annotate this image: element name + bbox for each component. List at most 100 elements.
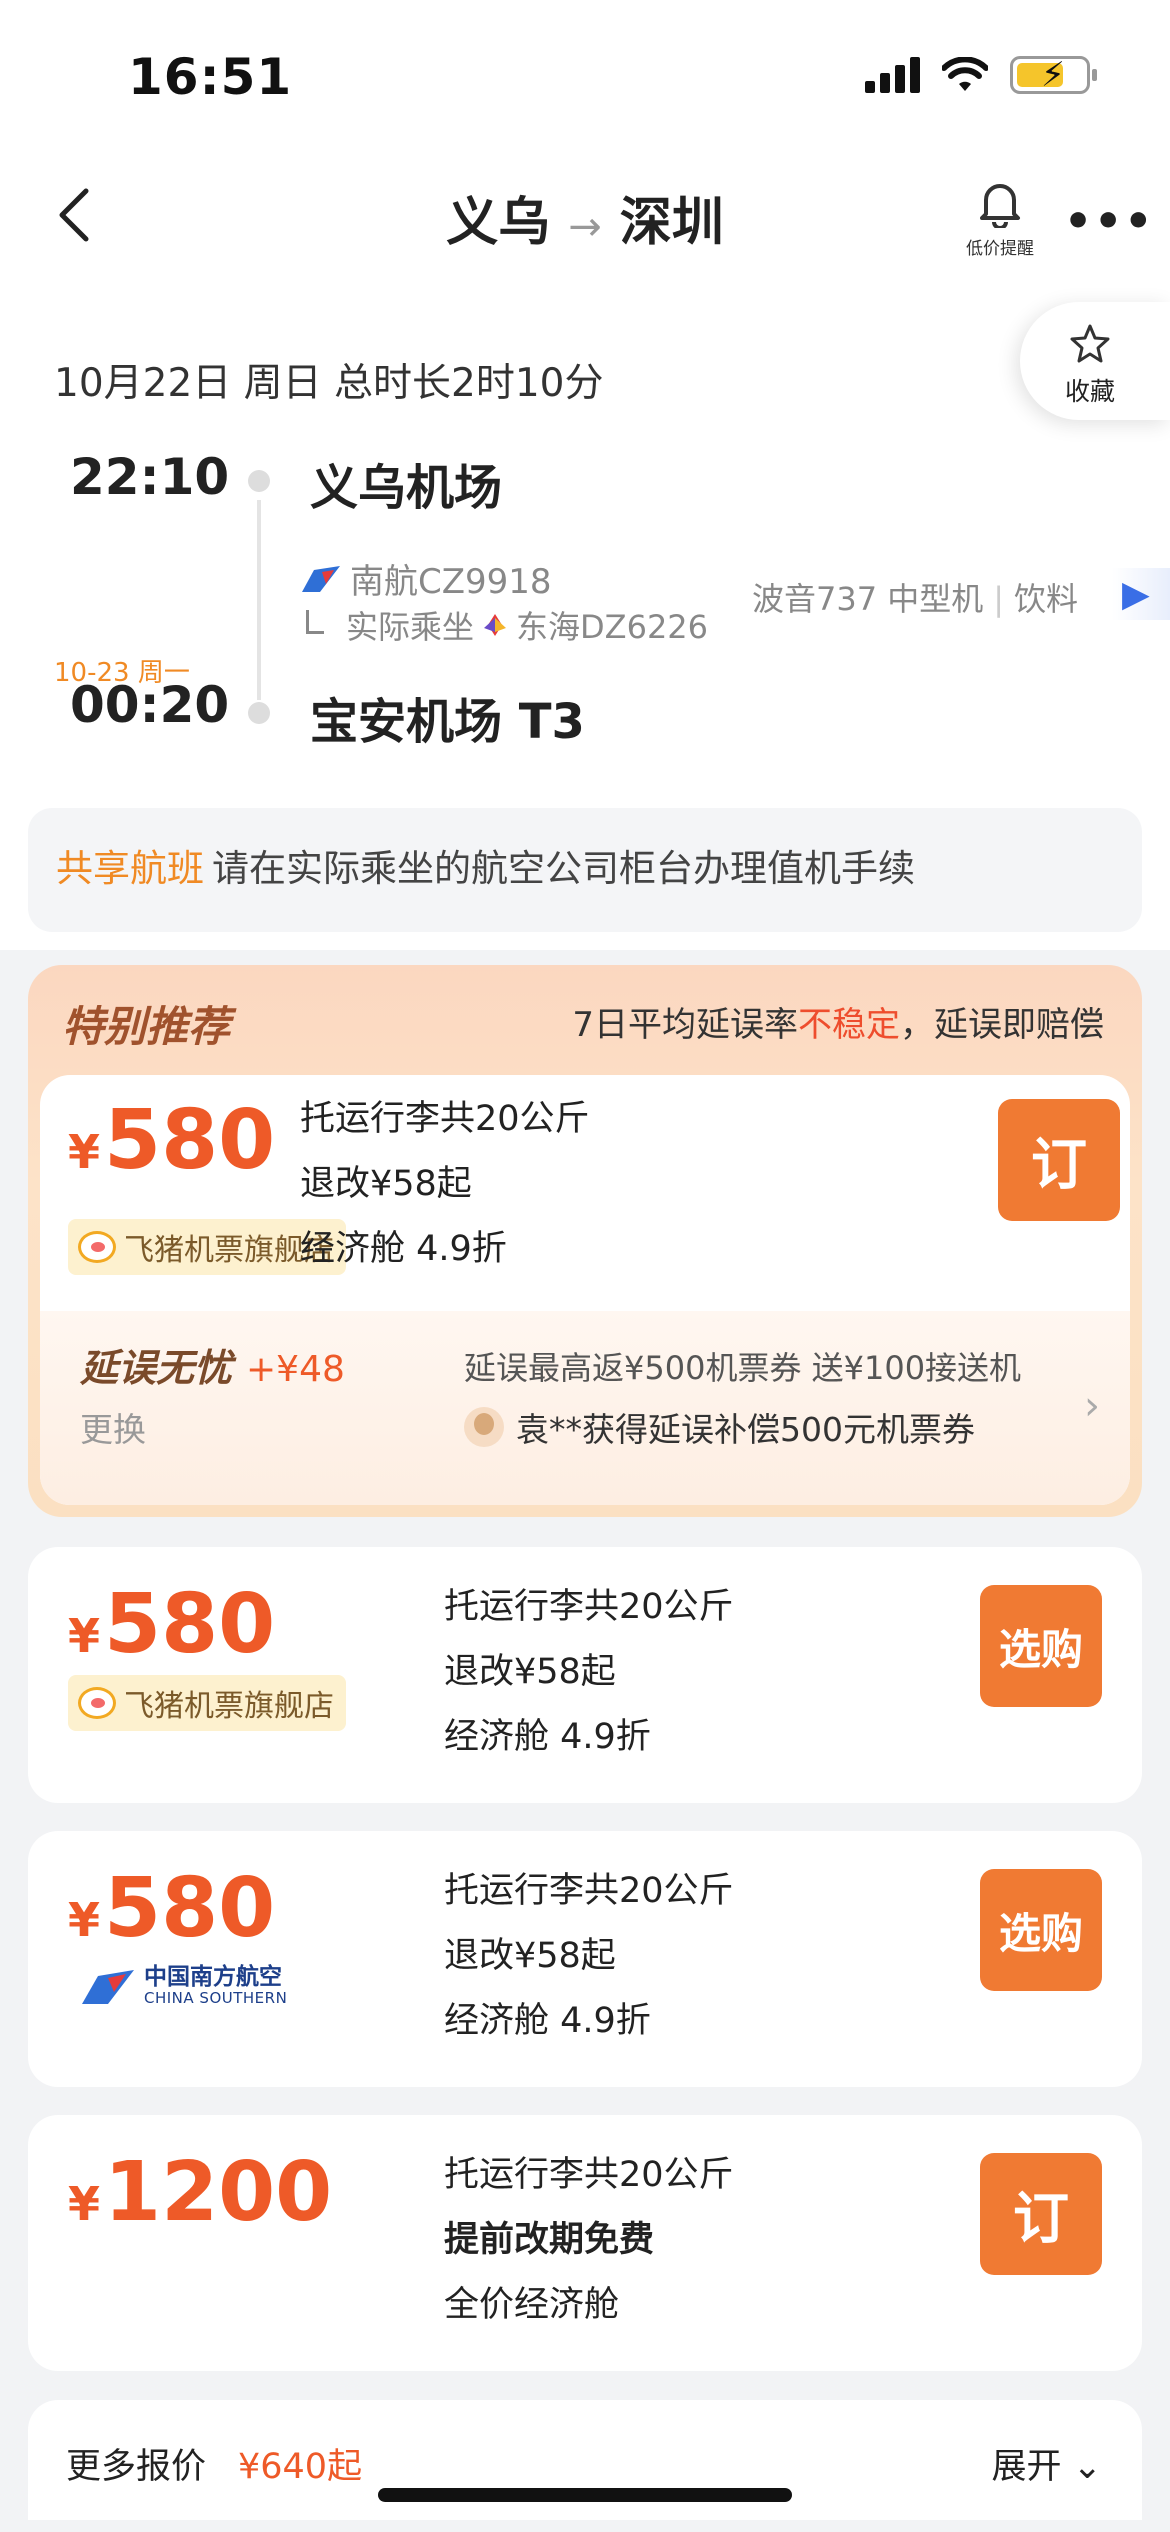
favorite-label: 收藏	[1064, 377, 1115, 406]
departure-airport: 义乌机场	[310, 460, 503, 516]
offer-details: 托运行李共20公斤 退改¥58起 经济舱 4.9折	[444, 1859, 734, 2054]
china-southern-logo-icon	[82, 1970, 134, 2004]
more-prices-label: 更多报价	[66, 2447, 207, 2487]
delay-rate-note: 7日平均延误率不稳定，延误即赔偿	[572, 997, 1104, 1046]
favorite-button[interactable]: 收藏	[1020, 302, 1170, 420]
aircraft-details-arrow[interactable]: ▶	[1112, 568, 1170, 620]
airline-name-en: CHINA SOUTHERN	[144, 1989, 288, 2007]
actual-flight-number: 东海DZ6226	[516, 608, 709, 646]
delay-note-prefix: 7日平均延误率	[572, 1005, 798, 1045]
store-tag: 飞猪机票旗舰店	[68, 1675, 346, 1731]
delay-note-warning: 不稳定	[798, 1005, 900, 1045]
price-value: 580	[104, 1093, 276, 1188]
departure-dot	[248, 470, 270, 492]
route-line	[257, 500, 261, 700]
price-alert-button[interactable]: 低价提醒	[960, 178, 1040, 259]
delay-insurance-price: +¥48	[246, 1349, 345, 1390]
currency-symbol: ¥	[68, 2177, 101, 2231]
offer-details: 托运行李共20公斤 提前改期免费 全价经济舱	[444, 2143, 734, 2338]
baggage-info: 托运行李共20公斤	[444, 1871, 734, 1911]
more-options-icon[interactable]: •••	[1064, 196, 1154, 247]
wifi-icon	[942, 57, 988, 91]
user-avatar	[464, 1407, 504, 1447]
double-chevron-right-icon: ▶	[1122, 574, 1150, 615]
marketing-flight: 南航CZ9918	[300, 554, 552, 603]
delay-insurance[interactable]: 延误无忧 +¥48 更换 延误最高返¥500机票券 送¥100接送机 袁**获得延…	[40, 1311, 1130, 1505]
special-title: 特别推荐	[62, 1002, 231, 1051]
price-value: 580	[104, 1861, 276, 1956]
expand-button[interactable]: 展开 ⌄	[992, 2438, 1102, 2489]
delay-benefit: 延误最高返¥500机票券 送¥100接送机	[464, 1349, 1022, 1387]
offer-card[interactable]: ¥580 中国南方航空 CHINA SOUTHERN 托运行李共20公斤 退改¥…	[28, 1831, 1142, 2087]
codeshare-text: 请在实际乘坐的航空公司柜台办理值机手续	[212, 847, 915, 890]
select-button[interactable]: 选购	[980, 1585, 1102, 1707]
corner-connector-icon	[306, 610, 324, 634]
arrival-dot	[248, 702, 270, 724]
fliggy-pig-icon	[78, 1231, 116, 1263]
title-arrow: →	[568, 204, 602, 250]
change-insurance-link[interactable]: 更换	[80, 1403, 146, 1451]
refund-info: 退改¥58起	[444, 1936, 616, 1976]
delay-testimonial: 袁**获得延误补偿500元机票券	[464, 1403, 975, 1451]
more-prices-value: ¥640起	[238, 2447, 363, 2487]
special-offer[interactable]: ¥580 飞猪机票旗舰店 托运行李共20公斤 退改¥58起 经济舱 4.9折 订…	[40, 1075, 1130, 1505]
refund-info: 退改¥58起	[444, 1652, 616, 1692]
store-name: 飞猪机票旗舰店	[124, 1689, 334, 1724]
china-southern-logo-icon	[302, 565, 340, 592]
aircraft-info[interactable]: 波音737 中型机 | 饮料	[752, 574, 1078, 620]
price-value: 1200	[104, 2145, 333, 2240]
offer-price: ¥580	[68, 1861, 275, 1956]
delay-insurance-title: 延误无忧 +¥48	[80, 1337, 345, 1392]
bell-icon	[980, 184, 1020, 230]
offer-details: 托运行李共20公斤 退改¥58起 经济舱 4.9折	[444, 1575, 734, 1770]
status-time: 16:51	[128, 48, 293, 106]
cellular-signal-icon	[865, 57, 920, 93]
change-policy: 提前改期免费	[444, 2220, 655, 2260]
cabin-info: 全价经济舱	[444, 2285, 620, 2325]
price-value: 580	[104, 1577, 276, 1672]
meal-info: 饮料	[1014, 580, 1079, 618]
cabin-info: 经济舱 4.9折	[300, 1229, 507, 1269]
offer-price: ¥1200	[68, 2145, 332, 2240]
select-button[interactable]: 选购	[980, 1869, 1102, 1991]
china-southern-logo: 中国南方航空 CHINA SOUTHERN	[80, 1965, 287, 2007]
donghai-logo-icon	[484, 614, 507, 636]
cabin-info: 经济舱 4.9折	[444, 2001, 651, 2041]
book-button[interactable]: 订	[998, 1099, 1120, 1221]
offer-price: ¥580	[68, 1577, 275, 1672]
delay-note-suffix: ，延误即赔偿	[900, 1005, 1104, 1045]
battery-icon: ⚡	[1010, 55, 1097, 95]
price-alert-label: 低价提醒	[966, 239, 1034, 259]
more-prices-bar[interactable]: 更多报价 ¥640起 展开 ⌄	[28, 2400, 1142, 2520]
currency-symbol: ¥	[68, 1609, 101, 1663]
home-indicator[interactable]	[378, 2488, 792, 2502]
offer-card[interactable]: ¥580 飞猪机票旗舰店 托运行李共20公斤 退改¥58起 经济舱 4.9折 选…	[28, 1547, 1142, 1803]
fliggy-pig-icon	[78, 1687, 116, 1719]
offer-card[interactable]: ¥1200 托运行李共20公斤 提前改期免费 全价经济舱 订	[28, 2115, 1142, 2371]
special-recommendation-card: 特别推荐 7日平均延误率不稳定，延误即赔偿 ¥580 飞猪机票旗舰店 托运行李共…	[28, 965, 1142, 1517]
testimonial-text: 袁**获得延误补偿500元机票券	[516, 1410, 975, 1449]
codeshare-notice: 共享航班 请在实际乘坐的航空公司柜台办理值机手续	[28, 808, 1142, 932]
currency-symbol: ¥	[68, 1893, 101, 1947]
book-button[interactable]: 订	[980, 2153, 1102, 2275]
aircraft-type: 波音737 中型机	[752, 580, 984, 618]
departure-time: 22:10	[70, 448, 230, 506]
chevron-right-icon[interactable]: ›	[1084, 1383, 1100, 1429]
arrival-time: 00:20	[70, 676, 230, 734]
star-icon	[1070, 324, 1110, 363]
special-price: ¥580	[68, 1093, 275, 1188]
baggage-info: 托运行李共20公斤	[300, 1099, 590, 1139]
baggage-info: 托运行李共20公斤	[444, 1587, 734, 1627]
refund-info: 退改¥58起	[300, 1164, 472, 1204]
airline-name-cn: 中国南方航空	[144, 1964, 282, 1990]
title-to: 深圳	[619, 193, 724, 253]
title-from: 义乌	[446, 193, 551, 253]
delay-insurance-name: 延误无忧	[80, 1346, 233, 1390]
offer-details: 托运行李共20公斤 退改¥58起 经济舱 4.9折	[300, 1087, 590, 1282]
flight-date-duration: 10月22日 周日 总时长2时10分	[54, 361, 604, 406]
baggage-info: 托运行李共20公斤	[444, 2155, 734, 2195]
status-icons: ⚡	[865, 55, 1097, 95]
actual-flight: 实际乘坐 东海DZ6226	[306, 602, 708, 648]
arrival-airport: 宝安机场 T3	[310, 694, 585, 750]
cabin-info: 经济舱 4.9折	[444, 1717, 651, 1757]
